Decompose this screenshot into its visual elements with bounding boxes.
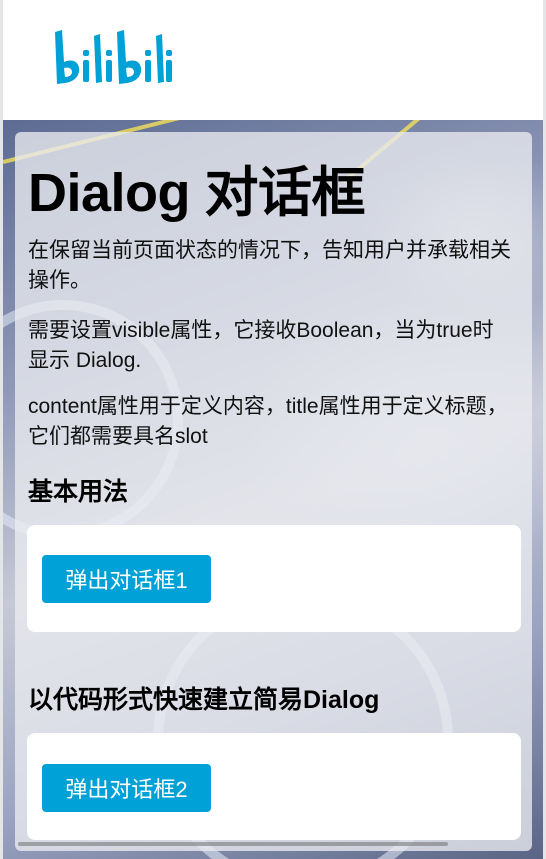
description-paragraph: content属性用于定义内容，title属性用于定义标题，它们都需要具名slo…	[28, 395, 508, 448]
open-dialog-2-button[interactable]: 弹出对话框2	[42, 764, 211, 812]
page-title: Dialog 对话框	[28, 163, 366, 223]
horizontal-scrollbar[interactable]	[18, 842, 448, 846]
description-paragraph: 在保留当前页面状态的情况下，告知用户并承载相关操作。	[28, 239, 511, 292]
header	[3, 0, 543, 120]
section-title-quick-dialog: 以代码形式快速建立简易Dialog	[28, 686, 380, 714]
bilibili-logo[interactable]	[49, 26, 175, 88]
open-dialog-1-button[interactable]: 弹出对话框1	[42, 555, 211, 603]
description-paragraph: 需要设置visible属性，它接收Boolean，当为true时显示 Dialo…	[28, 319, 494, 372]
section-title-basic-usage: 基本用法	[28, 478, 129, 506]
